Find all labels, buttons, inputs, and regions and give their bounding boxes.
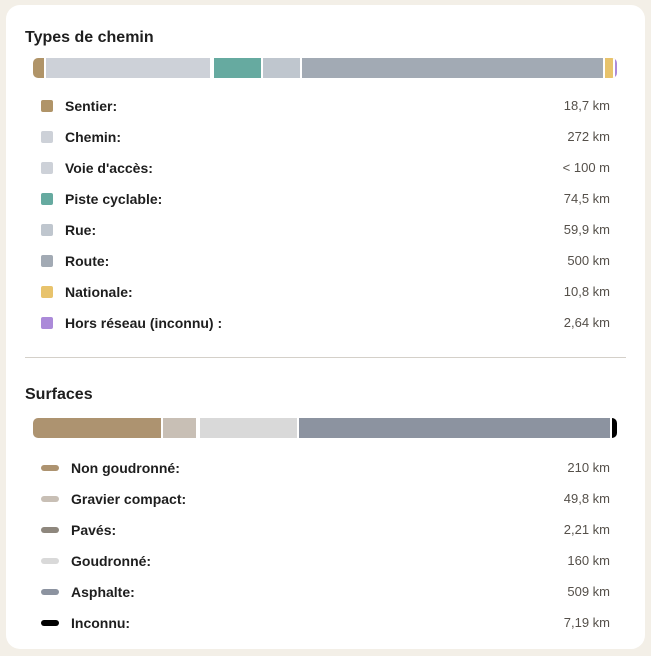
surfaces-title: Surfaces — [25, 386, 93, 403]
way-type-legend-item: Hors réseau (inconnu) : 2,64 km — [41, 307, 610, 338]
way-type-bar-segment — [214, 58, 264, 78]
surface-color-swatch — [41, 588, 59, 595]
surface-legend-item: Non goudronné: 210 km — [41, 452, 610, 483]
way-type-color-swatch — [41, 254, 53, 267]
surfaces-list: Non goudronné: 210 km Gravier compact: 49,8… — [25, 452, 626, 638]
way-type-color-swatch — [41, 99, 53, 112]
way-type-legend-value: 18,7 km — [563, 98, 610, 113]
surface-legend-value: 49,8 km — [563, 491, 610, 506]
way-type-legend-value: 2,64 km — [563, 315, 610, 330]
way-type-legend-label: Nationale: — [65, 283, 133, 300]
way-type-legend-item: Sentier: 18,7 km — [41, 90, 610, 121]
way-type-bar-segment — [605, 58, 615, 78]
way-type-legend-item: Chemin: 272 km — [41, 121, 610, 152]
way-type-legend-value: 10,8 km — [563, 284, 610, 299]
surface-legend-item: Inconnu: 7,19 km — [41, 607, 610, 638]
way-type-bar-segment — [301, 58, 606, 78]
way-types-title: Types de chemin — [25, 29, 154, 46]
way-types-section: Types de chemin Sentier: 18,7 km Chemin: 27… — [25, 28, 626, 338]
surface-legend-value: 7,19 km — [563, 615, 610, 630]
surface-legend-label: Inconnu: — [71, 614, 131, 631]
stats-card: Types de chemin Sentier: 18,7 km Chemin: 27… — [6, 5, 645, 649]
way-type-legend-label: Hors réseau (inconnu) : — [65, 314, 223, 331]
section-divider — [25, 357, 626, 358]
way-types-bar — [33, 58, 617, 78]
way-type-legend-item: Voie d'accès: < 100 m — [41, 152, 610, 183]
surface-legend-item: Pavés: 2,21 km — [41, 514, 610, 545]
way-type-legend-value: 74,5 km — [563, 191, 610, 206]
way-type-bar-segment — [45, 58, 213, 78]
way-type-legend-value: 500 km — [567, 253, 610, 268]
surfaces-section: Surfaces Non goudronné: 210 km Gravier com… — [25, 385, 626, 638]
way-type-legend-value: 272 km — [567, 129, 610, 144]
way-type-legend-label: Rue: — [65, 221, 97, 238]
way-type-color-swatch — [41, 285, 53, 298]
way-type-legend-item: Route: 500 km — [41, 245, 610, 276]
surface-bar-segment — [299, 418, 613, 438]
way-type-bar-segment — [614, 58, 617, 78]
surface-legend-label: Goudronné: — [71, 552, 152, 569]
surface-bar-segment — [33, 418, 164, 438]
way-type-color-swatch — [41, 130, 53, 143]
surface-legend-value: 160 km — [567, 553, 610, 568]
surface-bar-segment — [199, 418, 300, 438]
way-type-color-swatch — [41, 161, 53, 174]
surface-legend-item: Asphalte: 509 km — [41, 576, 610, 607]
surfaces-bar — [33, 418, 617, 438]
way-type-legend-value: 59,9 km — [563, 222, 610, 237]
way-type-legend-label: Voie d'accès: — [65, 159, 153, 176]
way-type-legend-item: Piste cyclable: 74,5 km — [41, 183, 610, 214]
way-type-bar-segment — [263, 58, 302, 78]
surface-bar-segment — [612, 418, 617, 438]
way-type-legend-label: Sentier: — [65, 97, 118, 114]
surface-legend-value: 210 km — [567, 460, 610, 475]
surface-legend-label: Gravier compact: — [71, 490, 187, 507]
way-type-legend-label: Route: — [65, 252, 110, 269]
way-type-color-swatch — [41, 192, 53, 205]
surface-legend-item: Goudronné: 160 km — [41, 545, 610, 576]
surface-color-swatch — [41, 619, 59, 626]
surface-legend-label: Non goudronné: — [71, 459, 180, 476]
way-type-legend-item: Nationale: 10,8 km — [41, 276, 610, 307]
way-type-legend-label: Piste cyclable: — [65, 190, 163, 207]
surface-legend-label: Asphalte: — [71, 583, 135, 600]
way-type-legend-label: Chemin: — [65, 128, 121, 145]
way-type-legend-item: Rue: 59,9 km — [41, 214, 610, 245]
way-types-list: Sentier: 18,7 km Chemin: 272 km Voie d'accès… — [25, 90, 626, 338]
way-type-color-swatch — [41, 223, 53, 236]
surface-legend-label: Pavés: — [71, 521, 117, 538]
way-type-bar-segment — [33, 58, 46, 78]
way-type-legend-value: < 100 m — [562, 160, 610, 175]
surface-legend-value: 509 km — [567, 584, 610, 599]
surface-bar-segment — [163, 418, 198, 438]
surface-color-swatch — [41, 495, 59, 502]
surface-color-swatch — [41, 526, 59, 533]
surface-legend-value: 2,21 km — [563, 522, 610, 537]
way-type-color-swatch — [41, 316, 53, 329]
surface-color-swatch — [41, 557, 59, 564]
surface-legend-item: Gravier compact: 49,8 km — [41, 483, 610, 514]
surface-color-swatch — [41, 464, 59, 471]
